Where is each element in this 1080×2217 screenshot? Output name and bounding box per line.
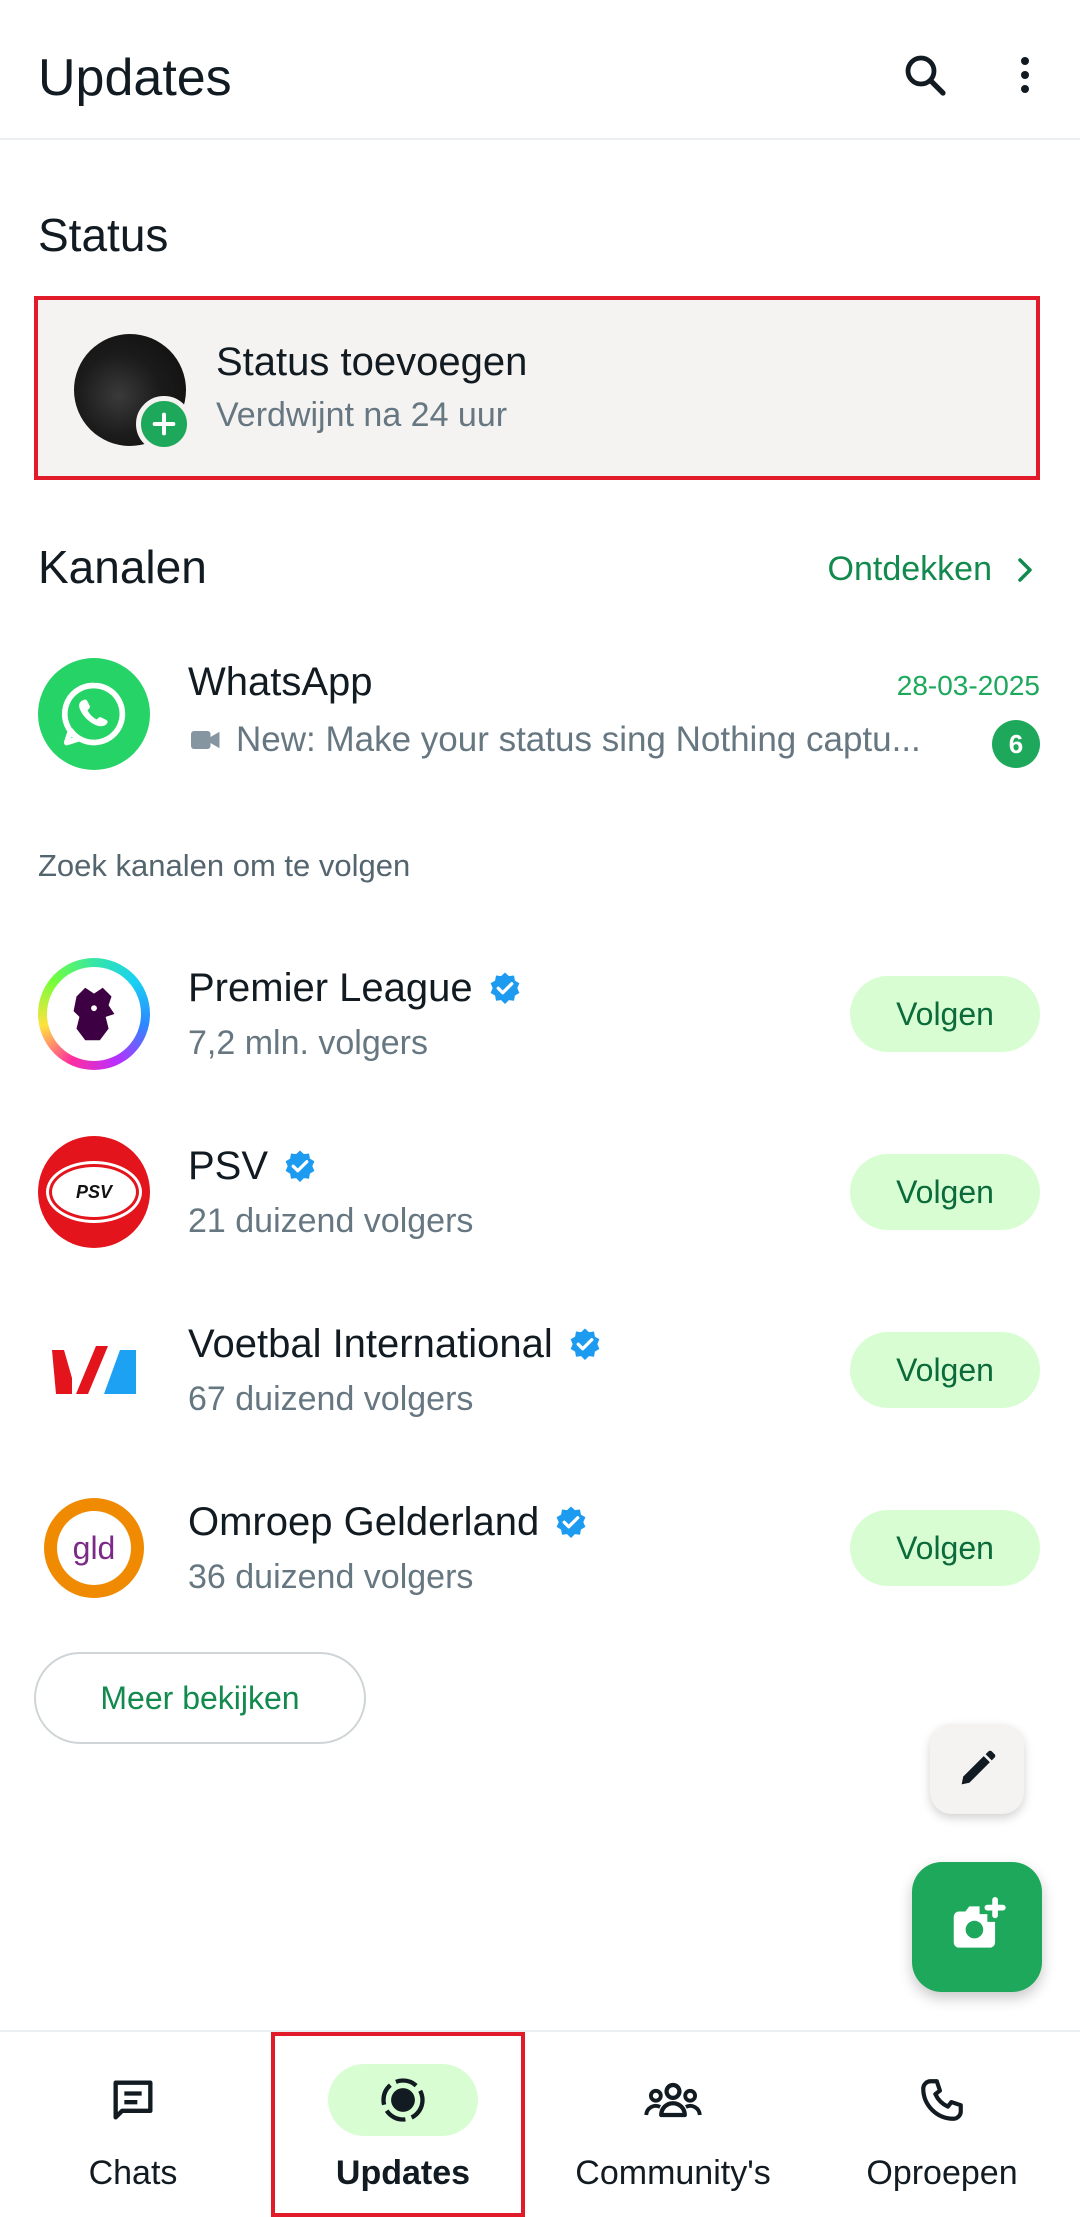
channel-name-wrap: Omroep Gelderland [188, 1500, 589, 1545]
channel-name: WhatsApp [188, 660, 373, 704]
suggest-hint: Zoek kanalen om te volgen [38, 848, 411, 883]
gld-logo-text: gld [72, 1529, 116, 1566]
camera-status-button[interactable] [912, 1862, 1042, 1992]
video-icon [191, 731, 220, 749]
nav-communities-label: Community's [575, 2154, 771, 2192]
channel-name-wrap: Premier League [188, 966, 523, 1011]
discover-link[interactable]: Ontdekken [828, 550, 1040, 589]
channel-name: Voetbal International [188, 1322, 553, 1366]
search-icon [905, 55, 946, 96]
nav-calls-icon-wrap [867, 2064, 1017, 2136]
add-status-badge [136, 396, 192, 452]
verified-icon [556, 1506, 586, 1538]
nav-calls-label: Oproepen [866, 2154, 1018, 2192]
channels-section-title: Kanalen [38, 541, 207, 593]
more-vert-icon [1021, 57, 1029, 93]
channel-followers: 7,2 mln. volgers [188, 1024, 428, 1062]
vi-logo-mark [52, 1346, 136, 1394]
whatsapp-icon [61, 682, 126, 746]
nav-chats-label: Chats [88, 2154, 178, 2192]
chevron-right-icon [1018, 557, 1032, 582]
status-section-title: Status [38, 209, 169, 261]
communities-icon [644, 2082, 702, 2118]
channel-message-text: New: Make your status sing Nothing captu… [236, 720, 921, 759]
follow-button[interactable]: Volgen [850, 1510, 1040, 1586]
nav-communities[interactable]: Community's [560, 2032, 786, 2217]
see-more-button[interactable]: Meer bekijken [34, 1652, 366, 1744]
channel-name: PSV [188, 1144, 269, 1188]
lion-icon [73, 987, 115, 1041]
follow-button[interactable]: Volgen [850, 1154, 1040, 1230]
whatsapp-logo [38, 658, 150, 770]
nav-communities-icon-wrap [598, 2064, 748, 2136]
active-tab-highlight [271, 2032, 525, 2217]
channel-suggestion-row[interactable]: Voetbal International 67 duizend volgers… [0, 1294, 1080, 1444]
camera-add-icon [953, 1897, 1006, 1948]
calls-icon [921, 2079, 963, 2121]
channel-followers: 21 duizend volgers [188, 1202, 474, 1240]
channel-suggestion-row[interactable]: gld Omroep Gelderland 36 duizend volgers… [0, 1472, 1080, 1622]
nav-calls[interactable]: Oproepen [862, 2032, 1022, 2217]
premier-league-logo [38, 958, 150, 1070]
search-button[interactable] [890, 40, 960, 110]
more-options-button[interactable] [990, 40, 1060, 110]
psv-logo-text: PSV [75, 1181, 113, 1202]
channel-followers: 36 duizend volgers [188, 1558, 474, 1596]
nav-chats-icon-wrap [58, 2064, 208, 2136]
plus-icon [152, 412, 176, 436]
bottom-navigation: Chats Updates Community's Oproepen [0, 2030, 1080, 2217]
channel-name: Omroep Gelderland [188, 1500, 540, 1544]
discover-label: Ontdekken [827, 550, 992, 588]
verified-icon [285, 1150, 315, 1182]
unread-count-badge: 6 [992, 720, 1040, 768]
channel-suggestion-row[interactable]: PSV PSV 21 duizend volgers Volgen [0, 1116, 1080, 1266]
channel-followers: 67 duizend volgers [188, 1380, 474, 1418]
add-status-subtitle: Verdwijnt na 24 uur [216, 396, 508, 434]
add-status-title: Status toevoegen [216, 340, 528, 384]
vi-logo [38, 1314, 150, 1426]
app-bar: Updates [0, 0, 1080, 140]
channel-name-wrap: PSV [188, 1144, 318, 1189]
add-status-row[interactable]: Status toevoegen Verdwijnt na 24 uur [34, 296, 1040, 480]
verified-icon [490, 972, 520, 1004]
channel-suggestion-row[interactable]: Premier League 7,2 mln. volgers Volgen [0, 938, 1080, 1088]
follow-button[interactable]: Volgen [850, 976, 1040, 1052]
verified-icon [570, 1328, 600, 1360]
psv-logo: PSV [38, 1136, 150, 1248]
pencil-icon [961, 1750, 996, 1785]
chats-icon [113, 2080, 153, 2120]
channel-name: Premier League [188, 966, 473, 1010]
page-title: Updates [38, 49, 232, 107]
text-status-button[interactable] [930, 1724, 1024, 1814]
nav-chats[interactable]: Chats [58, 2032, 208, 2217]
channel-row-whatsapp[interactable]: WhatsApp 28-03-2025 New: Make your statu… [0, 640, 1080, 790]
channel-last-message: New: Make your status sing Nothing captu… [188, 720, 978, 760]
follow-button[interactable]: Volgen [850, 1332, 1040, 1408]
omroep-gelderland-logo: gld [38, 1492, 150, 1604]
channel-date: 28-03-2025 [896, 670, 1040, 701]
channel-name-wrap: Voetbal International [188, 1322, 603, 1367]
